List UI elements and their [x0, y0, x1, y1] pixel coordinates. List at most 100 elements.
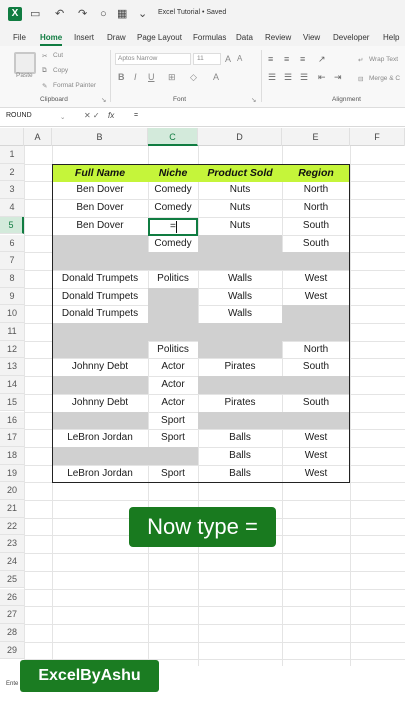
- table-cell-e16[interactable]: [282, 411, 350, 430]
- table-cell-d3[interactable]: Nuts: [198, 181, 282, 199]
- table-cell-c11[interactable]: [148, 323, 198, 341]
- table-cell-d6[interactable]: [198, 234, 282, 253]
- table-cell-e17[interactable]: West: [282, 429, 350, 447]
- row-header-15[interactable]: 15: [0, 393, 24, 412]
- table-cell-d19[interactable]: Balls: [198, 465, 282, 483]
- row-header-11[interactable]: 11: [0, 323, 24, 341]
- table-cell-d13[interactable]: Pirates: [198, 358, 282, 376]
- tab-view[interactable]: View: [303, 33, 320, 42]
- table-cell-b5[interactable]: Ben Dover: [52, 217, 148, 235]
- table-cell-e13[interactable]: South: [282, 358, 350, 376]
- table-cell-c16[interactable]: Sport: [148, 412, 198, 430]
- row-header-8[interactable]: 8: [0, 269, 24, 288]
- grow-font-icon[interactable]: A: [225, 54, 231, 64]
- table-header-c[interactable]: Niche: [148, 164, 198, 182]
- paste-icon[interactable]: [14, 52, 36, 74]
- font-color-icon[interactable]: A: [213, 72, 219, 82]
- row-header-3[interactable]: 3: [0, 181, 24, 200]
- bottom-align-icon[interactable]: ≡: [300, 54, 305, 64]
- column-header-d[interactable]: D: [198, 128, 282, 146]
- table-cell-b12[interactable]: [52, 340, 148, 359]
- format-painter-icon[interactable]: ✎: [42, 82, 47, 90]
- name-box[interactable]: ROUND: [6, 112, 32, 119]
- paste-label[interactable]: Paste: [16, 72, 33, 79]
- fill-color-icon[interactable]: ◇: [190, 72, 197, 83]
- row-header-6[interactable]: 6: [0, 234, 24, 253]
- column-header-b[interactable]: B: [52, 128, 148, 146]
- wrap-text-label[interactable]: Wrap Text: [369, 56, 398, 63]
- column-header-f[interactable]: F: [350, 128, 405, 146]
- tab-data[interactable]: Data: [236, 33, 253, 42]
- row-header-25[interactable]: 25: [0, 570, 24, 589]
- redo-icon[interactable]: ↷: [78, 7, 87, 21]
- table-cell-b13[interactable]: Johnny Debt: [52, 358, 148, 376]
- table-cell-b7[interactable]: [52, 252, 148, 270]
- table-cell-e3[interactable]: North: [282, 181, 350, 199]
- table-cell-c6[interactable]: Comedy: [148, 235, 198, 253]
- column-header-c[interactable]: C: [148, 128, 198, 146]
- table-cell-d4[interactable]: Nuts: [198, 199, 282, 217]
- tab-formulas[interactable]: Formulas: [193, 33, 226, 42]
- insert-function-icon[interactable]: fx: [108, 111, 114, 120]
- table-cell-e15[interactable]: South: [282, 394, 350, 412]
- row-header-4[interactable]: 4: [0, 199, 24, 217]
- bold-icon[interactable]: B: [118, 72, 125, 82]
- row-header-16[interactable]: 16: [0, 411, 24, 430]
- dropdown-icon[interactable]: ⌄: [138, 7, 147, 21]
- row-header-7[interactable]: 7: [0, 252, 24, 270]
- cancel-enter-icons[interactable]: ✕ ✓: [84, 111, 100, 120]
- column-header-e[interactable]: E: [282, 128, 350, 146]
- tab-home[interactable]: Home: [40, 33, 62, 42]
- table-cell-d11[interactable]: [198, 323, 282, 341]
- table-cell-b3[interactable]: Ben Dover: [52, 181, 148, 199]
- table-cell-d7[interactable]: [198, 252, 282, 270]
- table-cell-e4[interactable]: North: [282, 199, 350, 217]
- table-cell-c8[interactable]: Politics: [148, 270, 198, 288]
- table-cell-d9[interactable]: Walls: [198, 288, 282, 306]
- table-cell-d15[interactable]: Pirates: [198, 394, 282, 412]
- table-cell-e6[interactable]: South: [282, 235, 350, 253]
- table-cell-c14[interactable]: Actor: [148, 376, 198, 394]
- row-header-10[interactable]: 10: [0, 305, 24, 323]
- table-cell-d17[interactable]: Balls: [198, 429, 282, 447]
- tab-insert[interactable]: Insert: [74, 33, 94, 42]
- row-header-22[interactable]: 22: [0, 517, 24, 536]
- table-header-d[interactable]: Product Sold: [198, 164, 282, 182]
- format-painter-label[interactable]: Format Painter: [53, 82, 96, 89]
- row-header-1[interactable]: 1: [0, 146, 24, 164]
- align-center-icon[interactable]: ☰: [284, 72, 292, 83]
- row-header-17[interactable]: 17: [0, 429, 24, 447]
- merge-label[interactable]: Merge & C: [369, 75, 400, 82]
- align-right-icon[interactable]: ☰: [300, 72, 308, 83]
- decrease-indent-icon[interactable]: ⇤: [318, 72, 326, 83]
- table-cell-c18[interactable]: [148, 446, 198, 465]
- copy-icon[interactable]: ⧉: [42, 67, 47, 75]
- row-header-12[interactable]: 12: [0, 340, 24, 359]
- table-cell-b14[interactable]: [52, 376, 148, 394]
- row-header-20[interactable]: 20: [0, 482, 24, 500]
- row-header-5[interactable]: 5: [0, 216, 24, 235]
- copy-label[interactable]: Copy: [53, 67, 68, 74]
- table-cell-b16[interactable]: [52, 411, 148, 430]
- row-header-2[interactable]: 2: [0, 163, 24, 182]
- italic-icon[interactable]: I: [134, 72, 137, 82]
- table-cell-b19[interactable]: LeBron Jordan: [52, 465, 148, 483]
- save-icon[interactable]: ▭: [30, 7, 40, 21]
- table-cell-c19[interactable]: Sport: [148, 465, 198, 483]
- wrap-text-icon[interactable]: ↵: [358, 56, 363, 64]
- row-header-18[interactable]: 18: [0, 446, 24, 465]
- table-cell-c17[interactable]: Sport: [148, 429, 198, 447]
- row-header-9[interactable]: 9: [0, 287, 24, 306]
- table-cell-b15[interactable]: Johnny Debt: [52, 394, 148, 412]
- table-cell-c13[interactable]: Actor: [148, 358, 198, 376]
- table-cell-b8[interactable]: Donald Trumpets: [52, 270, 148, 288]
- table-cell-b18[interactable]: [52, 446, 148, 465]
- tab-help[interactable]: Help: [383, 33, 399, 42]
- row-header-14[interactable]: 14: [0, 376, 24, 394]
- row-header-24[interactable]: 24: [0, 553, 24, 571]
- table-cell-c15[interactable]: Actor: [148, 394, 198, 412]
- table-cell-c10[interactable]: [148, 305, 198, 323]
- table-cell-c12[interactable]: Politics: [148, 341, 198, 359]
- table-cell-c4[interactable]: Comedy: [148, 199, 198, 217]
- cut-label[interactable]: Cut: [53, 52, 63, 59]
